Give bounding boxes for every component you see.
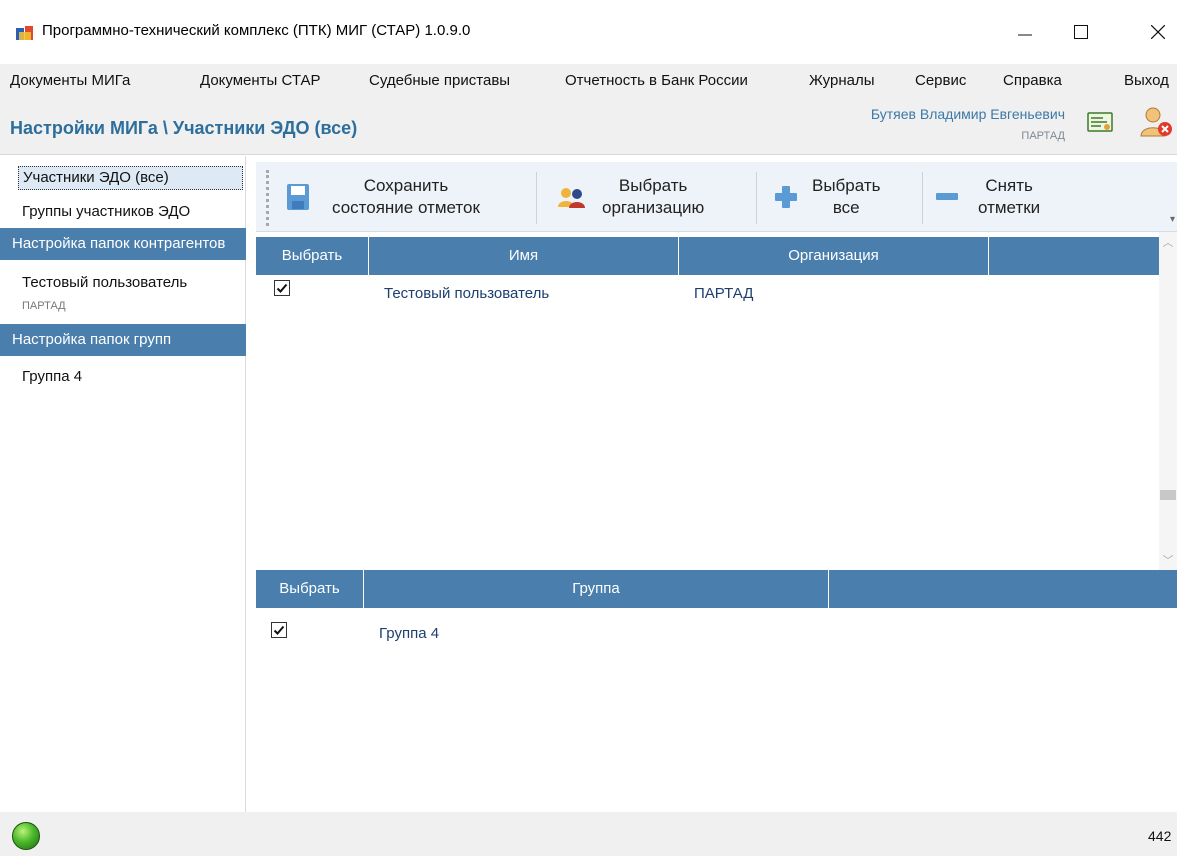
clear-marks-button[interactable]: Снять отметки [936,166,1040,228]
toolbar-overflow-icon[interactable]: ▾ [1170,214,1175,225]
sidebar-item-participants-all[interactable]: Участники ЭДО (все) [18,166,243,190]
sidebar-item-sublabel: ПАРТАД [22,300,66,312]
toolbar: Сохранить состояние отметок Выбрать орга… [256,162,1177,232]
menu-help[interactable]: Справка [1003,72,1062,89]
column-header-select[interactable]: Выбрать [256,237,369,275]
minus-icon [936,193,958,200]
cell-organization: ПАРТАД [694,285,754,302]
menu-exit[interactable]: Выход [1124,72,1169,89]
status-bar: 442 [0,812,1177,856]
checkmark-icon [273,625,285,635]
menu-journals[interactable]: Журналы [809,72,875,89]
toolbar-separator [756,172,757,224]
minimize-icon [1018,34,1032,36]
page-header: Настройки МИГа \ Участники ЭДО (все) Бут… [0,98,1177,155]
select-organization-label: Выбрать организацию [602,175,705,217]
toolbar-separator [536,172,537,224]
connection-status-icon [12,822,40,850]
column-header-group[interactable]: Группа [364,570,829,608]
sidebar-item-label: Участники ЭДО (все) [23,169,169,186]
sidebar-item-label: Тестовый пользователь [22,274,188,291]
sidebar-item-label: Группа 4 [22,368,83,385]
user-org: ПАРТАД [1021,130,1065,142]
user-name: Бутяев Владимир Евгеньевич [870,106,1065,122]
sidebar-section-group-folders[interactable]: Настройка папок групп [0,324,246,356]
sidebar-item-participant-groups[interactable]: Группы участников ЭДО [0,200,246,224]
participants-scrollbar[interactable]: ︿ ﹀ [1159,232,1177,572]
save-marks-label: Сохранить состояние отметок [332,175,480,217]
checkmark-icon [276,283,288,293]
select-organization-button[interactable]: Выбрать организацию [556,166,704,228]
sidebar-section-label: Настройка папок групп [12,331,172,348]
menu-documents-mig[interactable]: Документы МИГа [10,72,130,89]
groups-grid-header: Выбрать Группа [256,570,1177,608]
column-header-organization[interactable]: Организация [679,237,989,275]
row-checkbox[interactable] [271,622,287,638]
certificate-icon[interactable] [1087,112,1113,132]
close-icon [1151,25,1165,39]
cell-group: Группа 4 [379,625,440,642]
scroll-up-icon[interactable]: ︿ [1159,234,1177,252]
select-all-button[interactable]: Выбрать все [774,166,880,228]
page-title: Настройки МИГа \ Участники ЭДО (все) [10,118,358,138]
title-bar: Программно-технический комплекс (ПТК) МИ… [0,0,1177,64]
save-marks-button[interactable]: Сохранить состояние отметок [286,166,480,228]
people-icon [558,188,585,208]
column-header-select[interactable]: Выбрать [256,570,364,608]
scroll-down-icon[interactable]: ﹀ [1159,552,1177,570]
window-title: Программно-технический комплекс (ПТК) МИ… [42,22,471,39]
column-header-name[interactable]: Имя [369,237,679,275]
menu-bank-reporting[interactable]: Отчетность в Банк России [565,72,748,89]
scrollbar-thumb[interactable] [1160,490,1176,500]
close-button[interactable] [1136,10,1177,54]
status-counter: 442 [1148,828,1172,844]
sidebar-item-test-user[interactable]: Тестовый пользователь [0,272,246,294]
sidebar: Участники ЭДО (все) Группы участников ЭД… [0,156,246,812]
cell-name: Тестовый пользователь [384,285,550,302]
clear-marks-label: Снять отметки [978,175,1041,217]
app-logo-icon [16,26,33,40]
sidebar-item-group-4[interactable]: Группа 4 [0,366,246,388]
user-logout-icon[interactable] [1140,106,1174,138]
minimize-button[interactable] [1003,10,1047,54]
menu-service[interactable]: Сервис [915,72,966,89]
sidebar-section-contractor-folders[interactable]: Настройка папок контрагентов [0,228,246,260]
maximize-icon [1074,25,1088,39]
sidebar-section-label: Настройка папок контрагентов [12,235,226,252]
plus-icon [775,186,797,208]
menu-bar: Документы МИГа Документы СТАР Судебные п… [0,64,1177,98]
menu-bailiffs[interactable]: Судебные приставы [369,72,510,89]
row-checkbox[interactable] [274,280,290,296]
participants-grid-header: Выбрать Имя Организация [256,237,1159,275]
sidebar-item-label: Группы участников ЭДО [22,203,191,220]
maximize-button[interactable] [1059,10,1103,54]
toolbar-separator [922,172,923,224]
menu-documents-star[interactable]: Документы СТАР [200,72,321,89]
select-all-label: Выбрать все [812,175,881,217]
save-icon [287,184,309,210]
toolbar-grip[interactable] [266,170,269,226]
